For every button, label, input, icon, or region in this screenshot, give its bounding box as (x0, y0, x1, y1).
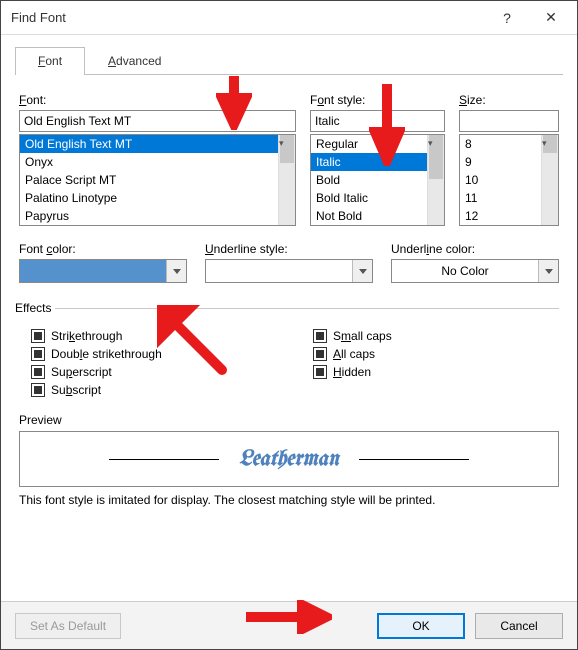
close-button[interactable]: ✕ (529, 3, 573, 33)
checkbox-superscript[interactable]: Superscript (31, 363, 273, 381)
list-item[interactable]: Papyrus (20, 207, 278, 225)
font-group: Font: Old English Text MT Onyx Palace Sc… (19, 93, 296, 226)
font-style-listbox[interactable]: Regular Italic Bold Bold Italic Not Bold… (310, 134, 445, 226)
preview-note: This font style is imitated for display.… (19, 493, 559, 507)
size-label: Size: (459, 93, 559, 107)
underline-color-value: No Color (392, 260, 538, 282)
font-style-input[interactable] (310, 110, 445, 132)
list-item[interactable]: Bold Italic (311, 189, 427, 207)
effects-group: Effects Strikethrough Double strikethrou… (19, 301, 559, 403)
font-color-dropdown[interactable] (19, 259, 187, 283)
chevron-down-icon (166, 260, 186, 282)
list-item[interactable]: 11 (460, 189, 541, 207)
tab-advanced[interactable]: Advanced (85, 47, 184, 75)
font-style-label: Font style: (310, 93, 445, 107)
checkbox-strikethrough[interactable]: Strikethrough (31, 327, 273, 345)
effects-legend: Effects (15, 301, 55, 315)
checkbox-icon (313, 329, 327, 343)
list-item[interactable]: Old English Text MT (20, 135, 278, 153)
checkbox-icon (31, 329, 45, 343)
scrollbar[interactable]: ▴ ▾ (278, 135, 295, 225)
tab-font[interactable]: Font (15, 47, 85, 75)
list-item[interactable]: Regular (311, 135, 427, 153)
preview-rule (359, 459, 469, 460)
checkbox-all-caps[interactable]: All caps (313, 345, 555, 363)
checkbox-double-strikethrough[interactable]: Double strikethrough (31, 345, 273, 363)
list-item[interactable]: Palace Script MT (20, 171, 278, 189)
list-item[interactable]: Italic (311, 153, 427, 171)
underline-style-label: Underline style: (205, 242, 373, 256)
chevron-down-icon (538, 260, 558, 282)
list-item[interactable]: Bold (311, 171, 427, 189)
preview-box: Leatherman (19, 431, 559, 487)
underline-color-dropdown[interactable]: No Color (391, 259, 559, 283)
preview-text: Leatherman (239, 448, 339, 471)
underline-style-group: Underline style: (205, 242, 373, 283)
list-item[interactable]: 12 (460, 207, 541, 225)
checkbox-icon (31, 347, 45, 361)
dialog-content: Font: Old English Text MT Onyx Palace Sc… (1, 75, 577, 601)
scrollbar[interactable]: ▴ ▾ (427, 135, 444, 225)
checkbox-hidden[interactable]: Hidden (313, 363, 555, 381)
help-button[interactable]: ? (485, 3, 529, 33)
checkbox-small-caps[interactable]: Small caps (313, 327, 555, 345)
ok-button[interactable]: OK (377, 613, 465, 639)
list-item[interactable]: 8 (460, 135, 541, 153)
checkbox-subscript[interactable]: Subscript (31, 381, 273, 399)
checkbox-icon (31, 365, 45, 379)
cancel-button[interactable]: Cancel (475, 613, 563, 639)
size-group: Size: 8 9 10 11 12 ▴ ▾ (459, 93, 559, 226)
font-input[interactable] (19, 110, 296, 132)
titlebar: Find Font ? ✕ (1, 1, 577, 35)
preview-label: Preview (19, 413, 559, 427)
font-color-swatch (20, 260, 166, 282)
list-item[interactable]: Onyx (20, 153, 278, 171)
font-color-label: Font color: (19, 242, 187, 256)
checkbox-icon (313, 347, 327, 361)
underline-style-value (206, 260, 352, 282)
underline-color-group: Underline color: No Color (391, 242, 559, 283)
size-input[interactable] (459, 110, 559, 132)
checkbox-icon (31, 383, 45, 397)
font-color-group: Font color: (19, 242, 187, 283)
font-listbox[interactable]: Old English Text MT Onyx Palace Script M… (19, 134, 296, 226)
checkbox-icon (313, 365, 327, 379)
chevron-down-icon (352, 260, 372, 282)
underline-color-label: Underline color: (391, 242, 559, 256)
size-listbox[interactable]: 8 9 10 11 12 ▴ ▾ (459, 134, 559, 226)
scrollbar[interactable]: ▴ ▾ (541, 135, 558, 225)
dialog-footer: Set As Default OK Cancel (1, 601, 577, 649)
list-item[interactable]: Not Bold (311, 207, 427, 225)
preview-rule (109, 459, 219, 460)
find-font-dialog: Find Font ? ✕ Font Advanced Font: Old En… (0, 0, 578, 650)
font-style-group: Font style: Regular Italic Bold Bold Ita… (310, 93, 445, 226)
font-label: Font: (19, 93, 296, 107)
tab-strip: Font Advanced (15, 45, 563, 75)
list-item[interactable]: 9 (460, 153, 541, 171)
set-default-button[interactable]: Set As Default (15, 613, 121, 639)
window-title: Find Font (11, 10, 485, 25)
list-item[interactable]: 10 (460, 171, 541, 189)
underline-style-dropdown[interactable] (205, 259, 373, 283)
list-item[interactable]: Palatino Linotype (20, 189, 278, 207)
